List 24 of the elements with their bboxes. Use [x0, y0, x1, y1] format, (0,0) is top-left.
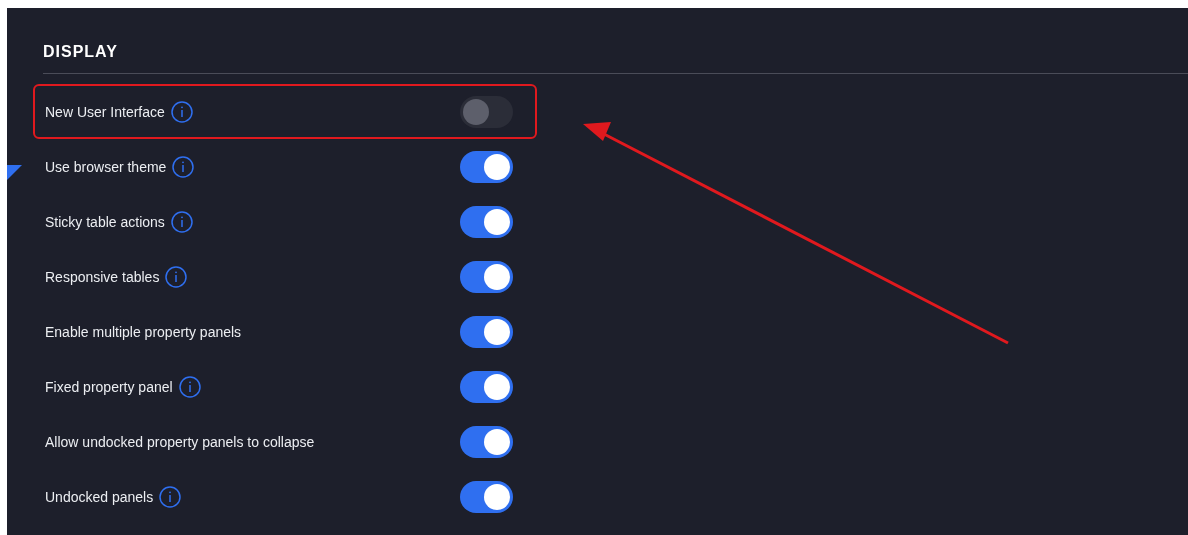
info-icon[interactable] — [172, 155, 195, 178]
info-icon[interactable] — [170, 210, 193, 233]
setting-label: New User Interface — [45, 103, 165, 120]
setting-label: Allow undocked property panels to collapse — [45, 433, 315, 450]
toggle-switch[interactable] — [460, 315, 513, 348]
setting-label: Enable multiple property panels — [45, 323, 242, 340]
toggle-switch[interactable] — [460, 205, 513, 238]
setting-label: Responsive tables — [45, 268, 160, 285]
setting-label: Use browser theme — [45, 158, 167, 175]
section-title: DISPLAY — [43, 42, 118, 62]
setting-label: Fixed property panel — [45, 378, 173, 395]
pointer-marker — [7, 165, 22, 180]
info-icon[interactable] — [178, 375, 201, 398]
info-icon[interactable] — [159, 485, 182, 508]
toggle-switch[interactable] — [460, 95, 513, 128]
info-icon[interactable] — [165, 265, 188, 288]
setting-label: Undocked panels — [45, 488, 154, 505]
info-icon[interactable] — [170, 100, 193, 123]
toggle-switch[interactable] — [460, 480, 513, 513]
toggle-switch[interactable] — [460, 425, 513, 458]
toggle-switch[interactable] — [460, 370, 513, 403]
toggle-switch[interactable] — [460, 150, 513, 183]
toggle-switch[interactable] — [460, 260, 513, 293]
setting-label: Sticky table actions — [45, 213, 165, 230]
